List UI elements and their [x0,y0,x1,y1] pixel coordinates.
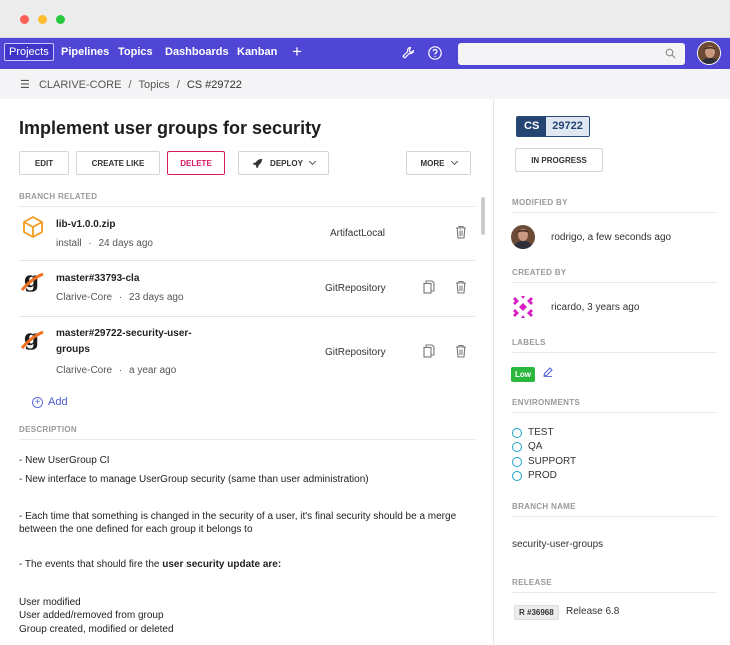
avatar [511,295,535,319]
description-line: Group created, modified or deleted [19,624,174,635]
modified-by-heading: MODIFIED BY [512,198,717,213]
branch-type: GitRepository [325,347,386,358]
pencil-icon[interactable] [543,367,553,377]
maximize-window-button[interactable] [56,15,65,24]
chevron-down-icon [450,157,458,166]
window-titlebar [0,0,730,38]
package-icon [23,216,43,238]
labels-heading: LABELS [512,338,717,353]
rocket-icon [252,158,263,168]
deploy-label: DEPLOY [270,158,303,168]
description-line: between the one defined for each group i… [19,524,253,535]
git-icon: g [21,268,44,292]
more-button[interactable]: MORE [406,151,471,175]
copy-icon[interactable] [423,280,435,294]
search-icon[interactable] [665,48,676,59]
branch-related-heading: BRANCH RELATED [19,192,475,207]
chevron-down-icon [308,157,316,166]
circle-icon [512,441,522,452]
circle-icon [512,427,522,438]
topic-type: CS [517,117,547,136]
global-search [458,43,685,65]
trash-icon[interactable] [455,280,467,294]
environment-prod[interactable]: PROD [512,470,557,481]
branch-name-value: security-user-groups [512,539,604,550]
search-input[interactable] [458,43,658,65]
circle-icon [512,456,522,467]
branch-type: GitRepository [325,283,386,294]
branch-name[interactable]: master#29722-security-user- [56,326,192,341]
topic-id-badge: CS 29722 [516,116,590,137]
copy-icon[interactable] [423,344,435,358]
description-heading: DESCRIPTION [19,425,475,440]
breadcrumb-project[interactable]: CLARIVE-CORE [39,79,122,91]
branch-name[interactable]: master#33793-cla [56,271,139,286]
breadcrumb-bar: ☰ CLARIVE-CORE / Topics / CS #29722 [0,69,730,99]
edit-button[interactable]: EDIT [19,151,69,175]
plus-circle-icon: + [32,396,43,408]
topic-sidebar: CS 29722 IN PROGRESS MODIFIED BY rodrigo… [493,99,730,645]
help-icon[interactable] [427,45,443,61]
branch-type: ArtifactLocal [330,228,386,239]
topic-main-panel: Implement user groups for security EDIT … [0,99,493,645]
close-window-button[interactable] [20,15,29,24]
avatar [511,225,535,249]
environments-heading: ENVIRONMENTS [512,398,717,413]
branch-item[interactable]: g master#33793-cla Clarive-Core · 23 day… [19,262,475,317]
breadcrumb-separator: / [128,79,132,91]
environment-support[interactable]: SUPPORT [512,456,576,467]
description-line: - New UserGroup CI [19,455,110,466]
label-low-badge[interactable]: Low [511,367,535,382]
scrollbar[interactable] [481,197,485,235]
release-name[interactable]: Release 6.8 [566,606,619,617]
user-avatar[interactable] [697,41,721,65]
release-heading: RELEASE [512,578,717,593]
nav-topics[interactable]: Topics [118,46,153,58]
status-button[interactable]: IN PROGRESS [515,148,603,172]
more-label: MORE [420,158,445,168]
trash-icon[interactable] [455,225,467,239]
branch-meta: install · 24 days ago [56,238,153,249]
description-line: User added/removed from group [19,610,164,621]
description-line: - Each time that something is changed in… [19,511,457,522]
description-line: - New interface to manage UserGroup secu… [19,474,369,485]
nav-pipelines[interactable]: Pipelines [61,46,109,58]
delete-button[interactable]: DELETE [167,151,225,175]
branch-meta: Clarive-Core · a year ago [56,365,177,376]
minimize-window-button[interactable] [38,15,47,24]
nav-projects[interactable]: Projects [4,43,54,61]
add-label: Add [48,396,68,408]
breadcrumb-current: CS #29722 [186,79,242,91]
description-line: User modified [19,597,81,608]
wrench-icon[interactable] [400,45,416,61]
modified-by-value: rodrigo, a few seconds ago [551,232,672,243]
create-like-button[interactable]: CREATE LIKE [76,151,160,175]
branch-name[interactable]: lib-v1.0.0.zip [56,217,115,232]
breadcrumb: ☰ CLARIVE-CORE / Topics / CS #29722 [20,78,246,91]
branch-item[interactable]: g master#29722-security-user- groups Cla… [19,318,475,382]
branch-meta: Clarive-Core · 23 days ago [56,292,184,303]
git-icon: g [21,326,44,350]
environment-qa[interactable]: QA [512,441,542,452]
menu-icon[interactable]: ☰ [20,79,30,91]
nav-dashboards[interactable]: Dashboards [165,46,229,58]
deploy-button[interactable]: DEPLOY [238,151,329,175]
create-new-button[interactable]: + [292,42,302,62]
branch-name-heading: BRANCH NAME [512,502,717,517]
created-by-value: ricardo, 3 years ago [551,302,640,313]
trash-icon[interactable] [455,344,467,358]
branch-name-continued[interactable]: groups [56,342,90,357]
release-badge[interactable]: R #36968 [514,605,559,620]
page-title: Implement user groups for security [19,118,322,138]
breadcrumb-topics[interactable]: Topics [138,79,169,91]
branch-item[interactable]: lib-v1.0.0.zip install · 24 days ago Art… [19,210,475,261]
description-line: - The events that should fire the user s… [19,559,282,570]
add-branch-button[interactable]: + Add [32,396,68,408]
environment-test[interactable]: TEST [512,427,554,438]
created-by-heading: CREATED BY [512,268,717,283]
breadcrumb-separator: / [176,79,180,91]
circle-icon [512,470,522,481]
nav-kanban[interactable]: Kanban [237,46,277,58]
topic-number: 29722 [546,117,589,136]
